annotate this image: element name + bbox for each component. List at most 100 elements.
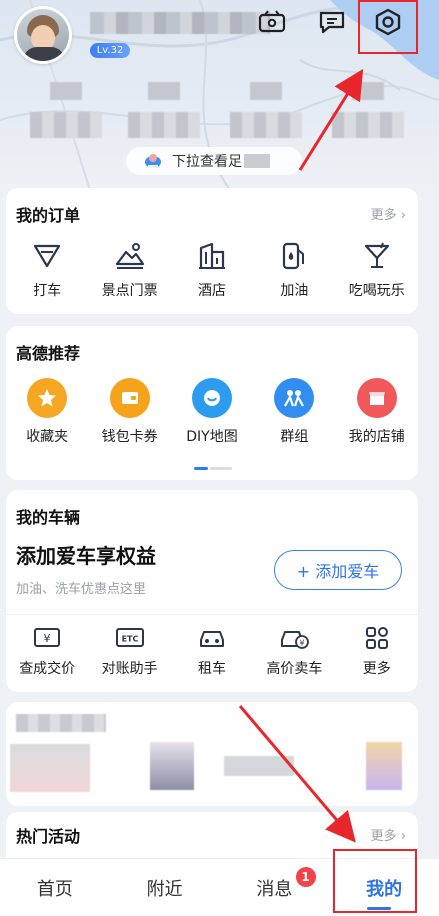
settings-icon[interactable]	[372, 8, 404, 36]
activities-more-link[interactable]: 更多 ›	[371, 825, 406, 844]
tab-messages[interactable]: 消息 1	[220, 859, 330, 916]
vehicle-item-label: 对账助手	[101, 661, 158, 677]
scenic-ticket-icon	[115, 243, 144, 269]
stat-blurred-3	[230, 82, 302, 142]
blurred-image-1	[10, 744, 90, 792]
recommend-item-group[interactable]: 群组	[253, 378, 335, 446]
order-item-fuel[interactable]: 加油	[253, 240, 335, 300]
blurred-image-2	[150, 742, 194, 790]
order-item-label: 加油	[280, 283, 309, 299]
recommend-item-diy-map[interactable]: DIY地图	[171, 378, 253, 446]
orders-title: 我的订单	[16, 206, 81, 225]
vehicle-item-more[interactable]: 更多	[336, 626, 418, 678]
sell-car-icon: ¥	[281, 631, 310, 649]
vehicle-item-sell-car[interactable]: ¥ 高价卖车	[253, 626, 335, 678]
recommend-pager[interactable]	[194, 467, 234, 470]
price-check-icon: ¥	[34, 628, 61, 647]
vehicle-divider	[6, 614, 418, 615]
recommend-item-label: DIY地图	[186, 429, 238, 445]
blurred-image-4	[366, 742, 402, 790]
vehicle-card: 我的车辆 添加爱车享权益 加油、洗车优惠点这里 + 添加爱车 ¥ 查成交价 ET…	[6, 490, 418, 692]
recommend-item-label: 收藏夹	[26, 429, 69, 445]
username-blurred[interactable]	[90, 12, 270, 34]
tab-home[interactable]: 首页	[0, 859, 110, 916]
orders-card: 我的订单 更多 › 打车 景点门票 酒店 加油 吃喝玩乐	[6, 188, 418, 314]
recommend-item-label: 群组	[280, 429, 309, 445]
activities-title: 热门活动	[16, 827, 81, 846]
order-item-taxi[interactable]: 打车	[6, 240, 88, 300]
recommend-card: 高德推荐 收藏夹 钱包卡券 DIY地图 群组 我的店铺	[6, 326, 418, 480]
vehicle-item-label: 更多	[362, 661, 391, 677]
recommend-title: 高德推荐	[16, 344, 81, 363]
tab-label: 我的	[366, 878, 403, 900]
tab-label: 附近	[146, 878, 183, 900]
hotel-icon	[198, 242, 225, 269]
order-item-label: 景点门票	[101, 283, 158, 299]
cocktail-icon	[364, 242, 389, 268]
order-item-hotel[interactable]: 酒店	[171, 240, 253, 300]
fuel-icon	[283, 242, 305, 270]
rent-car-icon	[199, 631, 224, 647]
stat-blurred-4	[332, 82, 404, 142]
vehicle-item-etc[interactable]: ETC 对账助手	[88, 626, 170, 678]
pull-down-hint[interactable]: 下拉查看足	[126, 147, 302, 175]
vehicle-item-label: 查成交价	[19, 661, 76, 677]
taxi-icon	[34, 244, 61, 268]
grid-more-icon	[365, 627, 388, 649]
vehicle-item-rent-car[interactable]: 租车	[171, 626, 253, 678]
chevron-right-icon: ›	[400, 208, 406, 223]
tab-label: 首页	[36, 878, 73, 900]
ticket-icon[interactable]	[256, 8, 288, 36]
orders-more-link[interactable]: 更多 ›	[371, 204, 406, 223]
order-item-food-fun[interactable]: 吃喝玩乐	[336, 240, 418, 300]
message-icon[interactable]	[316, 8, 348, 36]
unread-badge: 1	[295, 867, 316, 887]
active-tab-indicator	[367, 907, 392, 910]
recommend-item-label: 我的店铺	[348, 429, 405, 445]
tab-mine[interactable]: 我的	[329, 859, 439, 916]
tab-nearby[interactable]: 附近	[110, 859, 220, 916]
order-item-scenic-ticket[interactable]: 景点门票	[88, 240, 170, 300]
recommend-item-wallet[interactable]: 钱包卡券	[88, 378, 170, 446]
diy-map-icon	[191, 378, 232, 418]
tab-label: 消息	[256, 878, 293, 900]
avatar[interactable]	[14, 6, 72, 64]
add-car-button[interactable]: + 添加爱车	[274, 550, 402, 590]
stat-blurred-1	[30, 82, 102, 142]
blurred-content-card[interactable]	[6, 702, 418, 806]
level-badge[interactable]: Lv.32	[90, 43, 130, 58]
recommend-item-favorites[interactable]: 收藏夹	[6, 378, 88, 446]
orders-icon-row: 打车 景点门票 酒店 加油 吃喝玩乐	[6, 240, 418, 300]
recommend-item-label: 钱包卡券	[101, 429, 158, 445]
recommend-item-shop[interactable]: 我的店铺	[336, 378, 418, 446]
vehicle-headline: 添加爱车享权益	[16, 544, 156, 568]
shop-icon	[356, 378, 397, 418]
wallet-icon	[109, 378, 150, 418]
order-item-label: 酒店	[197, 283, 226, 299]
vehicle-icon-row: ¥ 查成交价 ETC 对账助手 租车 ¥ 高价卖车 更多	[6, 626, 418, 678]
pull-hint-text: 下拉查看足	[172, 154, 242, 170]
blurred-title	[16, 714, 106, 732]
svg-text:¥: ¥	[44, 632, 51, 645]
vehicle-item-price-check[interactable]: ¥ 查成交价	[6, 626, 88, 678]
activities-more-label: 更多	[370, 829, 397, 844]
vehicle-item-label: 高价卖车	[266, 661, 323, 677]
vehicle-item-label: 租车	[197, 661, 226, 677]
vehicle-title: 我的车辆	[16, 508, 81, 527]
vehicle-subtitle: 加油、洗车优惠点这里	[16, 582, 147, 597]
blurred-image-3	[224, 756, 294, 776]
group-icon	[274, 378, 315, 418]
recommend-icon-row: 收藏夹 钱包卡券 DIY地图 群组 我的店铺	[6, 378, 418, 446]
pull-hint-blur	[244, 154, 270, 168]
orders-more-label: 更多	[370, 208, 397, 223]
star-icon	[27, 378, 68, 418]
svg-text:ETC: ETC	[121, 635, 138, 644]
bottom-tab-bar: 首页 附近 消息 1 我的	[0, 858, 439, 916]
chevron-right-icon: ›	[400, 829, 406, 844]
svg-text:¥: ¥	[300, 639, 305, 648]
etc-icon: ETC	[115, 628, 144, 647]
mascot-icon	[145, 154, 161, 168]
order-item-label: 打车	[33, 283, 62, 299]
stat-blurred-2	[128, 82, 200, 142]
order-item-label: 吃喝玩乐	[348, 283, 405, 299]
